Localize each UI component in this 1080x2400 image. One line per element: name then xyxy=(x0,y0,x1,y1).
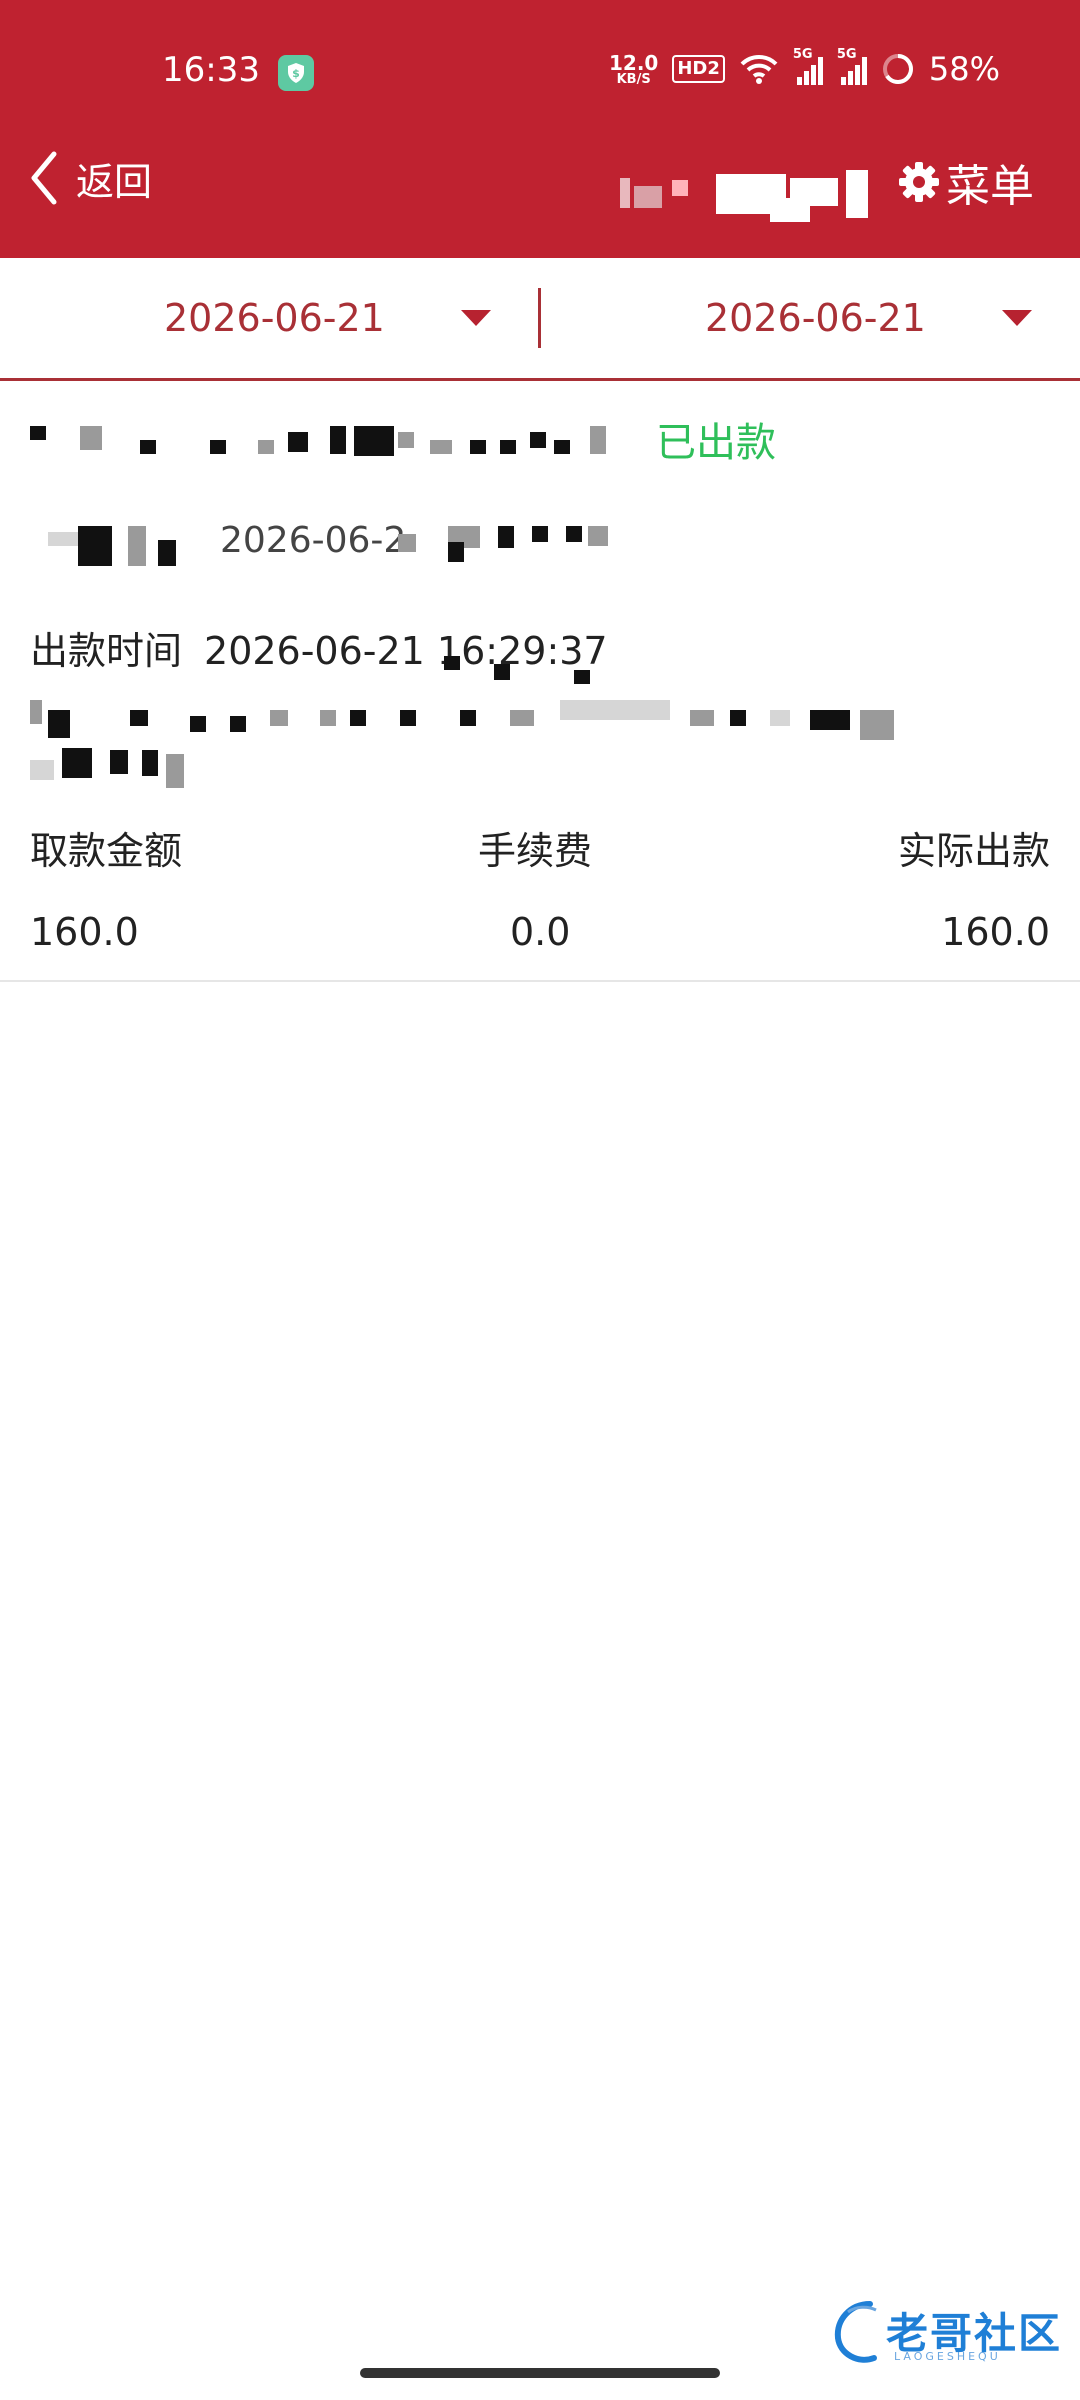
menu-label: 菜单 xyxy=(946,161,1034,212)
column-header-withdrawal-amount: 取款金额 xyxy=(30,829,183,873)
caret-down-icon xyxy=(1001,310,1032,326)
end-date-text: 2026-06-21 xyxy=(705,296,926,340)
wifi-icon xyxy=(740,54,778,84)
signal-label-1: 5G xyxy=(792,47,813,62)
date-divider xyxy=(538,288,541,348)
back-label: 返回 xyxy=(76,159,153,204)
svg-text:$: $ xyxy=(292,67,300,80)
watermark-subtext: LAOGESHEQU xyxy=(894,2350,1001,2363)
menu-button[interactable]: 菜单 xyxy=(898,150,1034,214)
payout-time-label: 出款时间 xyxy=(30,629,183,673)
chevron-left-icon xyxy=(31,151,57,205)
redacted-title xyxy=(620,168,880,224)
status-badge: 已出款 xyxy=(656,420,776,466)
signal-label-2: 5G xyxy=(836,47,857,62)
battery-ring-icon xyxy=(882,54,913,84)
caret-down-icon xyxy=(460,310,491,326)
end-date-picker[interactable]: 2026-06-21 xyxy=(705,258,1032,378)
net-speed-unit: KB/S xyxy=(616,71,651,87)
withdrawal-amount-value: 160.0 xyxy=(30,910,139,954)
withdrawal-record[interactable]: 2026-06-2 出款时间 2026-06-21 16:29:37 已出款 取… xyxy=(0,380,1080,982)
app-header: 16:33 $ 12.0 KB/S HD2 5G 5G 58% 返回 菜单 xyxy=(0,0,1080,258)
column-header-actual-payout: 实际出款 xyxy=(897,829,1050,873)
signal-icon-2: 5G xyxy=(837,47,867,85)
redacted-line-1 xyxy=(30,426,630,456)
net-speed: 12.0 KB/S xyxy=(609,53,658,86)
net-speed-value: 12.0 xyxy=(608,50,659,75)
column-header-fee: 手续费 xyxy=(478,829,593,873)
redacted-line-3 xyxy=(30,700,930,790)
home-indicator[interactable] xyxy=(360,2368,720,2378)
status-indicators: 12.0 KB/S HD2 5G 5G 58% xyxy=(609,47,1000,88)
back-button[interactable]: 返回 xyxy=(28,150,152,206)
redacted-time-overlay xyxy=(444,656,604,686)
date-filter-bar: 2026-06-21 2026-06-21 xyxy=(0,258,1080,381)
hd-badge: HD2 xyxy=(672,55,725,83)
signal-icon-1: 5G xyxy=(793,47,823,85)
redacted-line-2 xyxy=(48,526,608,566)
fee-value: 0.0 xyxy=(510,910,571,954)
shield-icon: $ xyxy=(278,55,314,91)
status-time: 16:33 xyxy=(162,50,260,90)
start-date-picker[interactable]: 2026-06-21 xyxy=(164,258,491,378)
start-date-text: 2026-06-21 xyxy=(164,296,385,340)
battery-percent: 58% xyxy=(928,50,1000,88)
watermark-logo: 老哥社区 LAOGESHEQU xyxy=(830,2298,1068,2368)
actual-payout-value: 160.0 xyxy=(941,910,1050,954)
gear-icon xyxy=(899,162,939,202)
